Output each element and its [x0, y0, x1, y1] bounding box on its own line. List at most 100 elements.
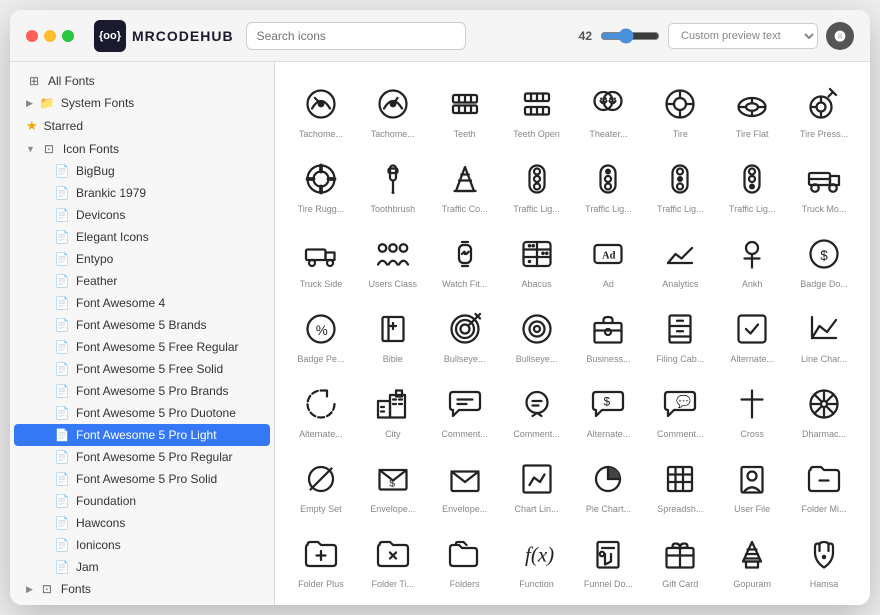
folder-icon: 📁 [39, 96, 55, 110]
sidebar-item-entypo[interactable]: 📄 Entypo [14, 248, 270, 270]
icon-cell-function[interactable]: f(x) Function [503, 524, 571, 595]
preview-dropdown[interactable]: Custom preview text [668, 23, 818, 49]
icon-cell-alternate3[interactable]: $ Alternate... [575, 374, 643, 445]
sidebar-item-feather[interactable]: 📄 Feather [14, 270, 270, 292]
new-library-button[interactable]: ＋ New Library [10, 604, 274, 605]
sidebar-item-ionicons[interactable]: 📄 Ionicons [14, 534, 270, 556]
sidebar-item-fa5-pro-regular[interactable]: 📄 Font Awesome 5 Pro Regular [14, 446, 270, 468]
icon-cell-alternate[interactable]: Alternate... [718, 299, 786, 370]
icon-cell-comment2[interactable]: Comment... [503, 374, 571, 445]
icon-cell-envelope2[interactable]: Envelope... [431, 449, 499, 520]
icon-cell-gopuram[interactable]: Gopuram [718, 524, 786, 595]
sidebar-item-fa4[interactable]: 📄 Font Awesome 4 [14, 292, 270, 314]
close-button[interactable] [26, 30, 38, 42]
svg-text:💬: 💬 [677, 395, 692, 409]
icon-cell-tachometer[interactable]: Tachome... [287, 74, 355, 145]
icon-cell-tire-rugged[interactable]: Tire Rugg... [287, 149, 355, 220]
icon-cell-teeth[interactable]: Teeth [431, 74, 499, 145]
icon-cell-truck-monster[interactable]: Truck Mo... [790, 149, 858, 220]
sidebar-item-fa5-free-regular[interactable]: 📄 Font Awesome 5 Free Regular [14, 336, 270, 358]
icon-cell-empty-set[interactable]: Empty Set [287, 449, 355, 520]
icon-cell-truck-side[interactable]: Truck Side [287, 224, 355, 295]
folder-icon: 📄 [54, 538, 70, 552]
size-slider[interactable] [600, 28, 660, 44]
sidebar-item-starred[interactable]: ★ Starred [14, 114, 270, 138]
icon-cell-pie-chart[interactable]: Pie Chart... [575, 449, 643, 520]
icon-cell-bullseye2[interactable]: Bullseye... [503, 299, 571, 370]
sidebar-item-icon-fonts[interactable]: ▼ ⊡ Icon Fonts [14, 138, 270, 160]
sidebar-item-hawcons[interactable]: 📄 Hawcons [14, 512, 270, 534]
icon-cell-tire[interactable]: Tire [646, 74, 714, 145]
icon-cell-traffic-cone[interactable]: Traffic Co... [431, 149, 499, 220]
user-avatar[interactable]: 🅐 [826, 22, 854, 50]
icon-cell-teeth-open[interactable]: Teeth Open [503, 74, 571, 145]
bullseye1-icon [443, 307, 487, 351]
icon-cell-business[interactable]: Business... [575, 299, 643, 370]
sidebar-item-foundation[interactable]: 📄 Foundation [14, 490, 270, 512]
icon-cell-analytics[interactable]: Analytics [646, 224, 714, 295]
icon-cell-traffic-light1[interactable]: Traffic Lig... [503, 149, 571, 220]
icon-cell-gift-card[interactable]: Gift Card [646, 524, 714, 595]
sidebar-item-fa5-free-solid[interactable]: 📄 Font Awesome 5 Free Solid [14, 358, 270, 380]
svg-text:%: % [316, 323, 328, 338]
icon-cell-folder-plus[interactable]: Folder Plus [287, 524, 355, 595]
icon-cell-spreadsheet[interactable]: Spreadsh... [646, 449, 714, 520]
icon-cell-chart-line[interactable]: Chart Lin... [503, 449, 571, 520]
icon-cell-bullseye1[interactable]: Bullseye... [431, 299, 499, 370]
icon-cell-user-file[interactable]: User File [718, 449, 786, 520]
sidebar-item-all-fonts[interactable]: ⊞ All Fonts [14, 70, 270, 92]
icon-cell-abacus[interactable]: Abacus [503, 224, 571, 295]
icon-cell-badge-dollar[interactable]: $ Badge Do... [790, 224, 858, 295]
icon-cell-tire-flat[interactable]: Tire Flat [718, 74, 786, 145]
icon-cell-comment3[interactable]: 💬 Comment... [646, 374, 714, 445]
icon-cell-hamsa[interactable]: Hamsa [790, 524, 858, 595]
sidebar-item-elegant[interactable]: 📄 Elegant Icons [14, 226, 270, 248]
icon-cell-folder-minus[interactable]: Folder Mi... [790, 449, 858, 520]
icon-cell-watch-fitness[interactable]: Watch Fit... [431, 224, 499, 295]
icon-cell-bible[interactable]: Bible [359, 299, 427, 370]
sidebar-item-fa5-pro-solid[interactable]: 📄 Font Awesome 5 Pro Solid [14, 468, 270, 490]
icon-cell-comment1[interactable]: Comment... [431, 374, 499, 445]
icon-cell-alternate2[interactable]: Alternate... [287, 374, 355, 445]
gift-card-icon [658, 532, 702, 576]
icon-cell-traffic-light4[interactable]: Traffic Lig... [718, 149, 786, 220]
icon-cell-tire-pressure[interactable]: Tire Press... [790, 74, 858, 145]
icon-cell-folders[interactable]: Folders [431, 524, 499, 595]
icon-cell-line-chart[interactable]: Line Char... [790, 299, 858, 370]
icon-cell-ankh[interactable]: Ankh [718, 224, 786, 295]
minimize-button[interactable] [44, 30, 56, 42]
icon-cell-dharma[interactable]: Dharmac... [790, 374, 858, 445]
sidebar-item-system-fonts[interactable]: ▶ 📁 System Fonts [14, 92, 270, 114]
icon-cell-tachometer2[interactable]: Tachome... [359, 74, 427, 145]
icon-cell-filing-cabinet[interactable]: Filing Cab... [646, 299, 714, 370]
icon-cell-badge-percent[interactable]: % Badge Pe... [287, 299, 355, 370]
sidebar-item-devicons[interactable]: 📄 Devicons [14, 204, 270, 226]
icon-cell-funnel[interactable]: Funnel Do... [575, 524, 643, 595]
icon-cell-traffic-light3[interactable]: Traffic Lig... [646, 149, 714, 220]
icon-cell-city[interactable]: City [359, 374, 427, 445]
icon-cell-envelope1[interactable]: $ Envelope... [359, 449, 427, 520]
sidebar-item-bigbug[interactable]: 📄 BigBug [14, 160, 270, 182]
sidebar-item-fa5-pro-light[interactable]: 📄 Font Awesome 5 Pro Light [14, 424, 270, 446]
sidebar-item-fonts[interactable]: ▶ ⊡ Fonts [14, 578, 270, 600]
sidebar-item-fa5-brands[interactable]: 📄 Font Awesome 5 Brands [14, 314, 270, 336]
icon-cell-theater[interactable]: Theater... [575, 74, 643, 145]
sidebar-item-jam[interactable]: 📄 Jam [14, 556, 270, 578]
maximize-button[interactable] [62, 30, 74, 42]
sidebar-item-brankic[interactable]: 📄 Brankic 1979 [14, 182, 270, 204]
toothbrush-icon [371, 157, 415, 201]
folder-icon: 📄 [54, 406, 70, 420]
comment2-icon [515, 382, 559, 426]
icon-cell-ad[interactable]: Ad Ad [575, 224, 643, 295]
icon-cell-toothbrush[interactable]: Toothbrush [359, 149, 427, 220]
icon-cell-users-class[interactable]: Users Class [359, 224, 427, 295]
search-input[interactable] [246, 22, 466, 50]
icon-cell-cross[interactable]: Cross [718, 374, 786, 445]
icon-cell-folder-times[interactable]: Folder Ti... [359, 524, 427, 595]
sidebar-label-fa5-pro-regular: Font Awesome 5 Pro Regular [76, 450, 233, 464]
icon-label: Filing Cab... [650, 354, 710, 364]
sidebar-item-fa5-pro-duotone[interactable]: 📄 Font Awesome 5 Pro Duotone [14, 402, 270, 424]
tire-icon [658, 82, 702, 126]
icon-cell-traffic-light2[interactable]: Traffic Lig... [575, 149, 643, 220]
sidebar-item-fa5-pro-brands[interactable]: 📄 Font Awesome 5 Pro Brands [14, 380, 270, 402]
